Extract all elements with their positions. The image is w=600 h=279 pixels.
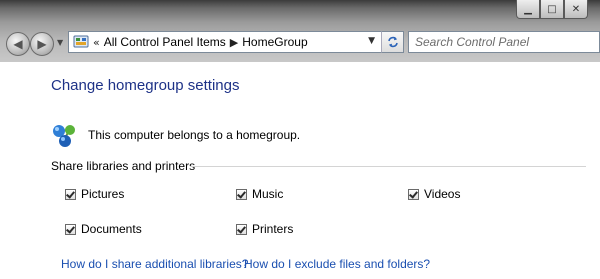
checkbox-checked-icon[interactable]	[236, 188, 247, 200]
checkbox-checked-icon[interactable]	[65, 188, 76, 200]
search-input[interactable]	[415, 33, 585, 51]
address-dropdown-icon[interactable]: ▼	[368, 36, 375, 46]
checkbox-label[interactable]: Music	[252, 187, 283, 201]
checkbox-label[interactable]: Printers	[252, 222, 293, 236]
address-bar[interactable]: « All Control Panel Items ▶ HomeGroup ▼	[68, 31, 404, 53]
help-link-exclude-files[interactable]: How do I exclude files and folders?	[244, 257, 430, 271]
minimize-button[interactable]: ▁	[516, 0, 540, 19]
recent-pages-dropdown[interactable]: ▼	[57, 38, 63, 47]
checkbox-printers[interactable]: Printers	[236, 222, 293, 236]
checkbox-checked-icon[interactable]	[236, 223, 247, 235]
breadcrumb-overflow-icon[interactable]: «	[93, 36, 100, 49]
breadcrumb-homegroup[interactable]: HomeGroup	[242, 35, 307, 49]
maximize-button[interactable]: □	[540, 0, 564, 19]
checkbox-music[interactable]: Music	[236, 187, 283, 201]
control-panel-icon	[73, 35, 89, 48]
breadcrumb-separator-icon[interactable]: ▶	[230, 36, 238, 49]
window-chrome: ▁ □ ✕ ◀ ▶ ▼ « All Control Panel Items ▶ …	[0, 0, 600, 62]
refresh-icon	[387, 36, 398, 48]
homegroup-icon	[53, 125, 75, 147]
section-divider	[190, 166, 586, 167]
checkbox-label[interactable]: Videos	[424, 187, 460, 201]
checkbox-documents[interactable]: Documents	[65, 222, 142, 236]
checkbox-checked-icon[interactable]	[65, 223, 76, 235]
search-box[interactable]	[408, 31, 600, 53]
refresh-button[interactable]	[381, 31, 404, 53]
page-title: Change homegroup settings	[51, 77, 240, 94]
checkbox-videos[interactable]: Videos	[408, 187, 460, 201]
close-button[interactable]: ✕	[564, 0, 588, 19]
help-link-share-libraries[interactable]: How do I share additional libraries?	[61, 257, 248, 271]
checkbox-checked-icon[interactable]	[408, 188, 419, 200]
section-heading: Share libraries and printers	[51, 159, 196, 173]
breadcrumb-control-panel[interactable]: All Control Panel Items	[104, 35, 226, 49]
back-button[interactable]: ◀	[6, 32, 30, 56]
checkbox-label[interactable]: Documents	[81, 222, 142, 236]
window-controls: ▁ □ ✕	[516, 0, 588, 20]
checkbox-pictures[interactable]: Pictures	[65, 187, 124, 201]
forward-button[interactable]: ▶	[30, 32, 54, 56]
homegroup-status: This computer belongs to a homegroup.	[88, 128, 301, 142]
checkbox-label[interactable]: Pictures	[81, 187, 124, 201]
